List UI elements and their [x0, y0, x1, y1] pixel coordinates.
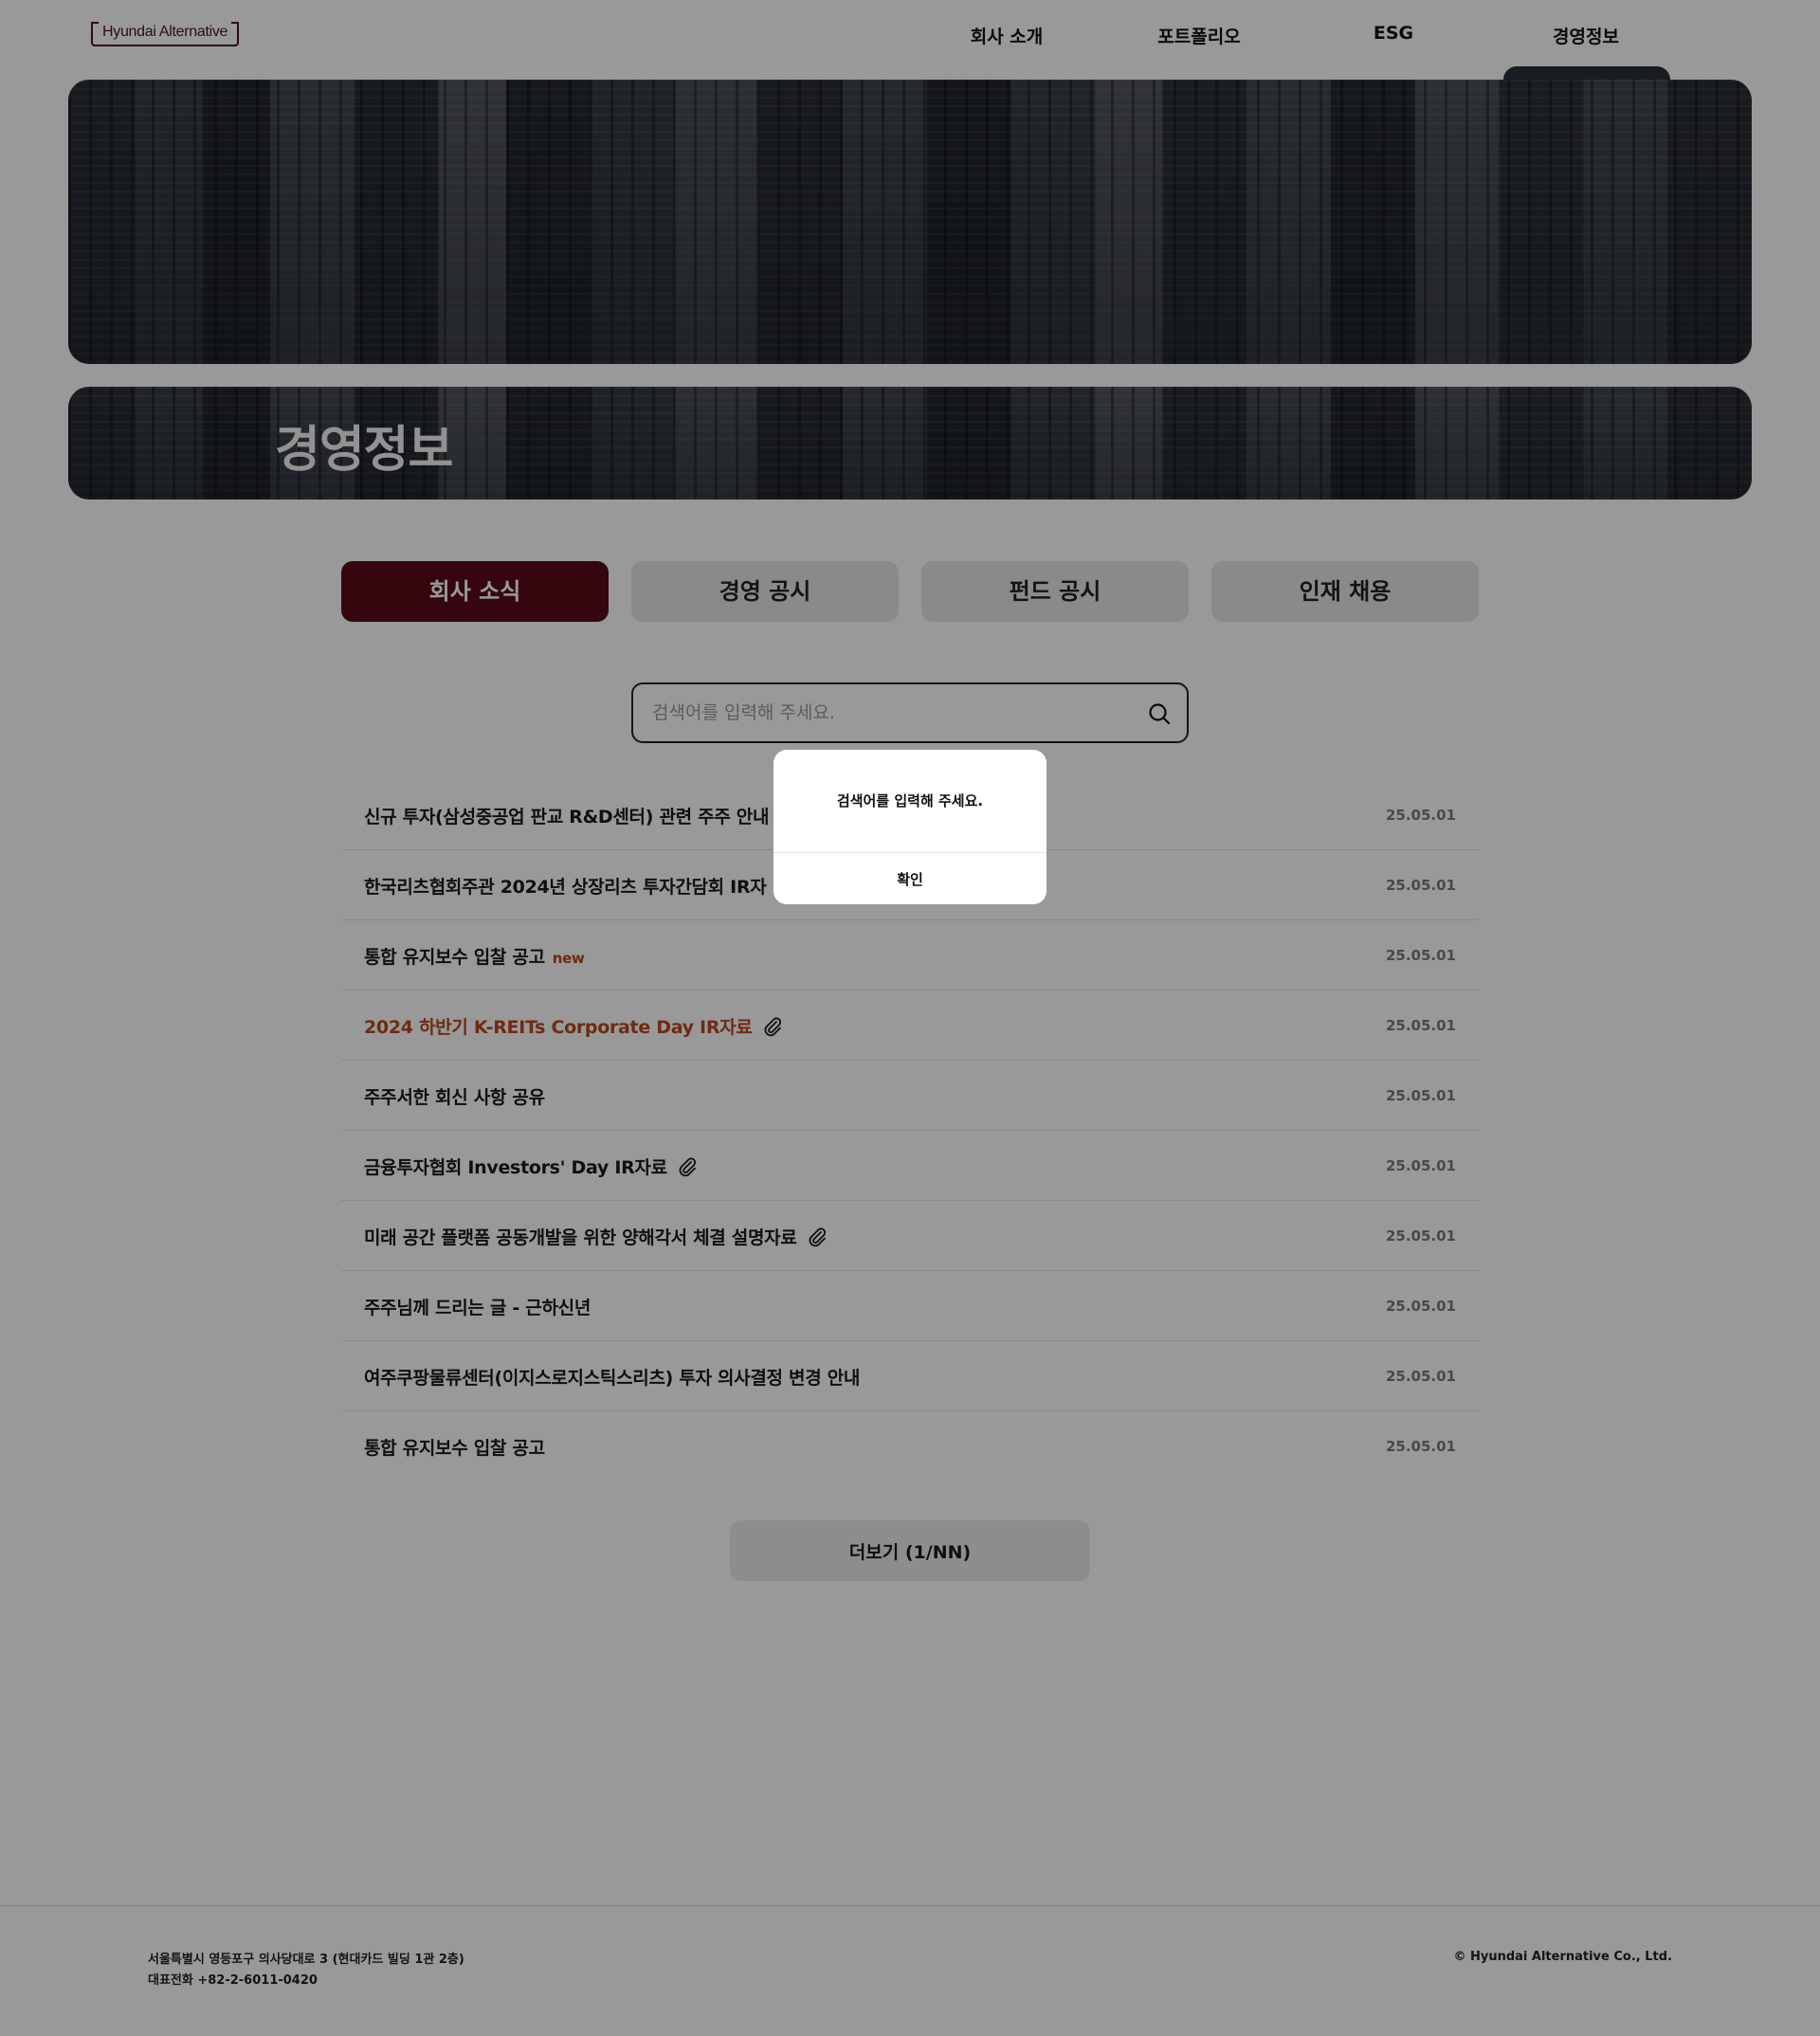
dialog-message: 검색어를 입력해 주세요.	[836, 792, 984, 809]
confirm-button[interactable]: 확인	[774, 852, 1046, 904]
modal-overlay[interactable]	[0, 0, 1820, 2036]
alert-dialog: 검색어를 입력해 주세요. 확인	[774, 750, 1046, 904]
page: Hyundai Alternative 회사 소개 포트폴리오 ESG 경영정보…	[0, 0, 1820, 2036]
